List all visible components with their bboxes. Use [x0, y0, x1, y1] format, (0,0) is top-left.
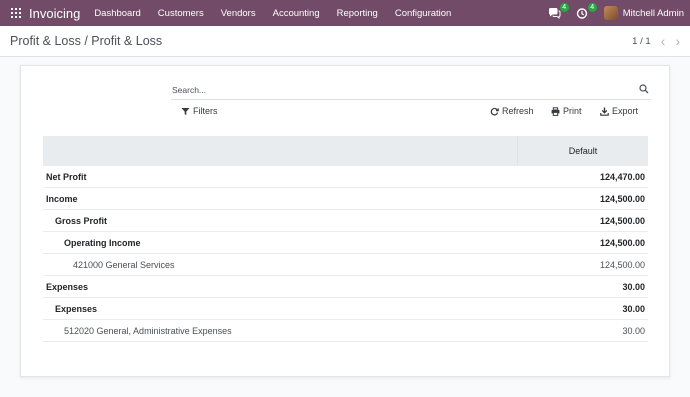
- row-amount: 124,500.00: [599, 259, 645, 270]
- table-row[interactable]: Income 124,500.00: [43, 188, 648, 210]
- pager-next-icon[interactable]: ›: [675, 34, 680, 48]
- control-panel: Profit & Loss / Profit & Loss 1 / 1 ‹ ›: [0, 26, 690, 57]
- table-row[interactable]: Net Profit 124,470.00: [43, 166, 648, 188]
- filters-label: Filters: [193, 106, 218, 116]
- breadcrumb: Profit & Loss / Profit & Loss: [10, 34, 163, 48]
- menu-customers[interactable]: Customers: [158, 8, 204, 19]
- activities-clock-icon[interactable]: 4: [576, 3, 597, 19]
- search-input[interactable]: [171, 81, 621, 99]
- user-menu[interactable]: Mitchell Admin: [623, 8, 684, 19]
- download-icon: [600, 107, 609, 116]
- filter-funnel-icon: [181, 107, 190, 115]
- table-row[interactable]: Gross Profit 124,500.00: [43, 210, 648, 232]
- export-button[interactable]: Export: [600, 106, 638, 116]
- profit-loss-table: Default Net Profit 124,470.00 Income 124…: [43, 136, 648, 342]
- menu-dashboard[interactable]: Dashboard: [94, 8, 140, 19]
- messages-count-badge: 4: [559, 3, 569, 12]
- menu-configuration[interactable]: Configuration: [395, 8, 452, 19]
- row-name: 421000 General Services: [73, 259, 175, 270]
- messages-icon[interactable]: 4: [548, 3, 569, 19]
- export-label: Export: [612, 106, 639, 116]
- row-amount: 30.00: [622, 303, 645, 314]
- table-row[interactable]: Operating Income 124,500.00: [43, 232, 648, 254]
- pager-previous-icon[interactable]: ‹: [661, 34, 666, 48]
- filters-button[interactable]: Filters: [181, 106, 218, 116]
- row-name: Net Profit: [46, 171, 87, 182]
- table-row[interactable]: Expenses 30.00: [43, 298, 648, 320]
- print-icon: [551, 106, 560, 116]
- menu-vendors[interactable]: Vendors: [221, 8, 256, 19]
- row-amount: 30.00: [622, 281, 645, 292]
- row-amount: 30.00: [622, 325, 645, 336]
- print-label: Print: [563, 106, 582, 116]
- pager-value[interactable]: 1 / 1: [632, 36, 651, 47]
- menu-accounting[interactable]: Accounting: [273, 8, 320, 19]
- top-navbar: Invoicing Dashboard Customers Vendors Ac…: [0, 0, 690, 26]
- print-button[interactable]: Print: [551, 106, 582, 116]
- header-name-column: [43, 136, 518, 166]
- row-name: Income: [46, 193, 78, 204]
- report-card: Filters Refresh Print Export Default Ne: [20, 65, 670, 377]
- row-amount: 124,500.00: [599, 237, 645, 248]
- pager: 1 / 1 ‹ ›: [632, 34, 690, 48]
- user-avatar[interactable]: [603, 6, 618, 20]
- row-name: Gross Profit: [55, 215, 108, 226]
- row-amount: 124,500.00: [599, 215, 645, 226]
- refresh-button[interactable]: Refresh: [490, 106, 534, 116]
- apps-grid-icon[interactable]: [11, 8, 21, 18]
- activities-count-badge: 4: [587, 3, 597, 12]
- app-brand[interactable]: Invoicing: [29, 6, 80, 21]
- column-header-default: Default: [568, 146, 598, 156]
- row-name: Expenses: [46, 281, 89, 292]
- search-bar: [171, 80, 651, 100]
- table-row[interactable]: 421000 General Services 124,500.00: [43, 254, 648, 276]
- row-amount: 124,470.00: [599, 171, 645, 182]
- table-header: Default: [43, 136, 648, 166]
- navbar-systray: 4 4 Mitchell Admin: [548, 0, 690, 26]
- search-icon[interactable]: [639, 84, 649, 94]
- row-name: 512020 General, Administrative Expenses: [64, 325, 232, 336]
- refresh-label: Refresh: [502, 106, 534, 116]
- row-amount: 124,500.00: [599, 193, 645, 204]
- row-name: Operating Income: [64, 237, 141, 248]
- table-row[interactable]: Expenses 30.00: [43, 276, 648, 298]
- menu-reporting[interactable]: Reporting: [337, 8, 378, 19]
- table-row[interactable]: 512020 General, Administrative Expenses …: [43, 320, 648, 342]
- row-name: Expenses: [55, 303, 98, 314]
- refresh-icon: [490, 107, 499, 115]
